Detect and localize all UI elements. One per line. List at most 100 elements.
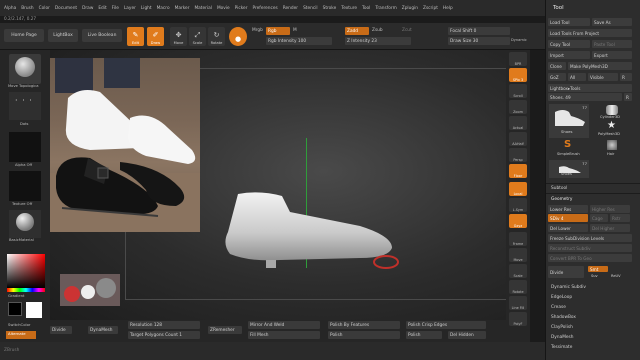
scale-button[interactable]: ⤢ Scale bbox=[189, 27, 206, 46]
menu-item-zscript[interactable]: Zscript bbox=[423, 6, 438, 11]
menu-item-layer[interactable]: Layer bbox=[124, 6, 136, 11]
z-intensity-slider[interactable]: Z Intensity 23 bbox=[345, 37, 411, 45]
menu-item-light[interactable]: Light bbox=[141, 6, 152, 11]
menu-item-render[interactable]: Render bbox=[283, 6, 298, 11]
mirror-weld-button[interactable]: Mirror And Weld bbox=[248, 321, 320, 329]
sdiv-slider[interactable]: SDiv 4 bbox=[548, 214, 588, 222]
live-boolean-button[interactable]: Live Boolean bbox=[82, 29, 122, 42]
r2-button[interactable]: R bbox=[624, 93, 632, 101]
rgb-intensity-slider[interactable]: Rgb Intensity 100 bbox=[266, 37, 332, 45]
menu-item-stroke[interactable]: Stroke bbox=[323, 6, 337, 11]
cage-button[interactable]: Cage bbox=[590, 214, 608, 222]
visible-button[interactable]: Visible bbox=[588, 73, 618, 81]
edgeloop-section[interactable]: EdgeLoop bbox=[548, 293, 572, 301]
make-polymesh3d-button[interactable]: Make PolyMesh3D bbox=[568, 62, 632, 70]
reference-thumbnail[interactable] bbox=[60, 274, 120, 306]
menu-item-color[interactable]: Color bbox=[39, 6, 50, 11]
scroll-button[interactable]: Scroll bbox=[509, 84, 527, 98]
suv-toggle[interactable]: Suv bbox=[588, 273, 598, 279]
tool-thumb-shoes[interactable]: 77 Shoes bbox=[549, 104, 589, 138]
menu-item-file[interactable]: File bbox=[112, 6, 119, 11]
polish-slider[interactable]: Polish bbox=[328, 331, 400, 339]
dynamic-toggle[interactable]: Dynamic bbox=[511, 38, 527, 42]
scale-view-button[interactable]: Scale bbox=[509, 264, 527, 278]
persp-button[interactable]: Persp bbox=[509, 148, 527, 162]
zremesher-button[interactable]: ZRemesher bbox=[208, 326, 242, 334]
stroke-picker[interactable]: · · · bbox=[9, 92, 41, 120]
menu-item-macro[interactable]: Macro bbox=[157, 6, 170, 11]
rgb-toggle[interactable]: Rgb bbox=[266, 27, 290, 35]
tessimate-section[interactable]: Tessimate bbox=[548, 343, 572, 351]
all-button[interactable]: All bbox=[568, 73, 586, 81]
texture-picker[interactable] bbox=[9, 171, 41, 201]
menu-item-draw[interactable]: Draw bbox=[82, 6, 93, 11]
home-page-button[interactable]: Home Page bbox=[4, 29, 44, 42]
rstr-button[interactable]: Rstr bbox=[610, 214, 630, 222]
tool-thumb-polymesh[interactable]: ★ PolyMesh3D bbox=[592, 120, 632, 138]
lower-res-button[interactable]: Lower Res bbox=[548, 205, 588, 213]
hue-strip[interactable] bbox=[7, 288, 45, 292]
alpha-picker[interactable] bbox=[9, 132, 41, 162]
material-picker[interactable] bbox=[9, 210, 41, 238]
polyf-button[interactable]: PolyF bbox=[509, 312, 527, 326]
geometry-section[interactable]: Geometry bbox=[548, 195, 572, 203]
focal-shift-slider[interactable]: Focal Shift 0 bbox=[448, 27, 510, 35]
del-higher-button[interactable]: Del Higher bbox=[590, 224, 630, 232]
edit-button[interactable]: ✎ Edit bbox=[127, 27, 144, 46]
menu-item-tool[interactable]: Tool bbox=[362, 6, 370, 11]
menu-item-marker[interactable]: Marker bbox=[175, 6, 190, 11]
fill-mesh-button[interactable]: Fill Mesh bbox=[248, 331, 320, 339]
polish-button[interactable]: Polish bbox=[406, 331, 442, 339]
lightbox-tools-button[interactable]: Lightbox▸Tools bbox=[548, 84, 632, 92]
load-tool-button[interactable]: Load Tool bbox=[548, 18, 590, 26]
copy-tool-button[interactable]: Copy Tool bbox=[548, 40, 590, 48]
lsym-button[interactable]: L.Sym bbox=[509, 198, 527, 212]
polish-by-features-slider[interactable]: Polish By Features bbox=[328, 321, 400, 329]
move-view-button[interactable]: Move bbox=[509, 248, 527, 262]
polish-crisp-edges-slider[interactable]: Polish Crisp Edges bbox=[406, 321, 486, 329]
move-button[interactable]: ✥ Move bbox=[170, 27, 187, 46]
tool-thumb-simplebrush[interactable]: S SimpleBrush bbox=[549, 139, 589, 158]
menu-item-movie[interactable]: Movie bbox=[217, 6, 230, 11]
menu-item-document[interactable]: Document bbox=[55, 6, 77, 11]
smt-toggle[interactable]: Smt bbox=[588, 266, 608, 272]
m-toggle[interactable]: M bbox=[293, 28, 297, 33]
menu-item-help[interactable]: Help bbox=[443, 6, 453, 11]
menu-item-texture[interactable]: Texture bbox=[341, 6, 357, 11]
alternate-button[interactable]: Alternate bbox=[6, 331, 36, 339]
switch-color-button[interactable]: SwitchColor bbox=[8, 322, 30, 327]
local-button[interactable]: Local bbox=[509, 182, 527, 196]
higher-res-button[interactable]: Higher Res bbox=[590, 205, 630, 213]
dynamesh-section[interactable]: DynaMesh bbox=[548, 333, 574, 341]
clone-button[interactable]: Clone bbox=[548, 62, 566, 70]
lightbox-button[interactable]: LightBox bbox=[48, 29, 78, 42]
rotate-button[interactable]: ↻ Rotate bbox=[208, 27, 225, 46]
zadd-toggle[interactable]: Zadd bbox=[345, 27, 369, 35]
zoom-button[interactable]: Zoom bbox=[509, 100, 527, 114]
resolution-slider[interactable]: Resolution 128 bbox=[128, 321, 200, 329]
draw-button[interactable]: ✐ Draw bbox=[147, 27, 164, 46]
menu-item-picker[interactable]: Picker bbox=[235, 6, 248, 11]
claypolish-section[interactable]: ClayPolish bbox=[548, 323, 573, 331]
menu-item-alpha[interactable]: Alpha bbox=[4, 6, 16, 11]
tool-thumb-shoes-2[interactable]: 77 Shoes bbox=[549, 160, 589, 178]
current-tool-slider[interactable]: Shoes. 49 bbox=[548, 93, 622, 101]
frame-button[interactable]: Frame bbox=[509, 232, 527, 246]
bpr-button[interactable]: BPR bbox=[509, 52, 527, 66]
del-hidden-button[interactable]: Del Hidden bbox=[448, 331, 486, 339]
divide-button[interactable]: Divide bbox=[50, 326, 72, 334]
convert-bpr-to-geo-button[interactable]: Convert BPR To Geo bbox=[548, 254, 632, 262]
zsub-toggle[interactable]: Zsub bbox=[372, 28, 383, 33]
main-color-swatch[interactable] bbox=[26, 302, 42, 318]
brush-picker[interactable] bbox=[9, 54, 41, 84]
menu-item-edit[interactable]: Edit bbox=[98, 6, 106, 11]
canvas-viewport[interactable] bbox=[50, 50, 515, 320]
goz-button[interactable]: GoZ bbox=[548, 73, 566, 81]
menu-item-transform[interactable]: Transform bbox=[375, 6, 396, 11]
menu-item-preferences[interactable]: Preferences bbox=[252, 6, 277, 11]
mrgb-label[interactable]: Mrgb bbox=[252, 28, 263, 33]
save-as-button[interactable]: Save As bbox=[592, 18, 632, 26]
floor-button[interactable]: Floor bbox=[509, 164, 527, 178]
export-button[interactable]: Export bbox=[592, 51, 632, 59]
aahalf-button[interactable]: AAHalf bbox=[509, 132, 527, 146]
